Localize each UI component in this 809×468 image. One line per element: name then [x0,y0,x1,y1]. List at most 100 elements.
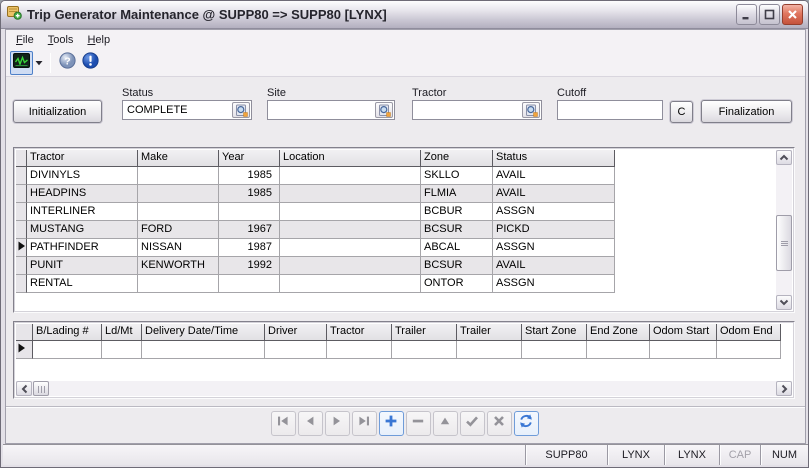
cell[interactable]: KENWORTH [138,257,219,275]
cell[interactable]: INTERLINER [27,203,138,221]
cell[interactable]: BCSUR [421,257,493,275]
tractor-input[interactable] [412,100,542,120]
cell[interactable]: 1992 [219,257,280,275]
cell[interactable] [138,203,219,221]
c-button[interactable]: C [670,101,693,123]
cell[interactable]: ASSGN [493,239,615,257]
cell[interactable] [138,275,219,293]
table-row[interactable]: PATHFINDERNISSAN1987ABCALASSGN [16,239,615,257]
cell[interactable]: DIVINYLS [27,167,138,185]
column-header-end-zone[interactable]: End Zone [587,324,650,341]
column-header-tractor[interactable]: Tractor [27,150,138,167]
column-header-odom-end[interactable]: Odom End [717,324,781,341]
cell[interactable] [102,341,142,359]
cell[interactable] [280,185,421,203]
column-header-start-zone[interactable]: Start Zone [522,324,587,341]
column-header-trailer[interactable]: Trailer [392,324,457,341]
cell[interactable] [142,341,265,359]
insert-record-button[interactable] [379,411,404,436]
column-header-b-lading-[interactable]: B/Lading # [33,324,102,341]
column-header-delivery-date-time[interactable]: Delivery Date/Time [142,324,265,341]
status-lookup-button[interactable] [232,102,250,118]
scroll-up-button[interactable] [776,150,792,165]
trip-detail-grid[interactable]: B/Lading #Ld/MtDelivery Date/TimeDriverT… [16,324,781,359]
column-header-zone[interactable]: Zone [421,150,493,167]
table-row[interactable]: PUNITKENWORTH1992 BCSURAVAIL [16,257,615,275]
scrollbar-thumb[interactable] [33,381,49,396]
column-header-ld-mt[interactable]: Ld/Mt [102,324,142,341]
cell[interactable]: AVAIL [493,167,615,185]
help-button[interactable]: ? [56,51,79,75]
cell[interactable] [280,203,421,221]
table-row[interactable]: INTERLINER BCBURASSGN [16,203,615,221]
trip-grid-horizontal-scrollbar[interactable] [16,381,792,396]
cell[interactable] [138,185,219,203]
cell[interactable] [138,167,219,185]
column-header-status[interactable]: Status [493,150,615,167]
column-header-location[interactable]: Location [280,150,421,167]
cell[interactable] [280,167,421,185]
cell[interactable]: HEADPINS [27,185,138,203]
column-header-make[interactable]: Make [138,150,219,167]
close-button[interactable] [782,4,803,25]
cell[interactable]: ASSGN [493,203,615,221]
cell[interactable]: SKLLO [421,167,493,185]
cell[interactable]: ABCAL [421,239,493,257]
cell[interactable]: FORD [138,221,219,239]
column-header-tractor[interactable]: Tractor [327,324,392,341]
column-header-driver[interactable]: Driver [265,324,327,341]
cell[interactable] [280,257,421,275]
initialization-button[interactable]: Initialization [13,100,102,123]
menu-item-file[interactable]: File [9,32,41,48]
cell[interactable]: AVAIL [493,257,615,275]
cell[interactable] [280,275,421,293]
table-row[interactable]: MUSTANGFORD1967BCSURPICKD [16,221,615,239]
cell[interactable]: PATHFINDER [27,239,138,257]
column-header-trailer[interactable]: Trailer [457,324,522,341]
trip-generator-dropdown-button[interactable] [33,51,45,75]
minimize-button[interactable] [736,4,757,25]
maximize-button[interactable] [759,4,780,25]
table-row[interactable]: DIVINYLS1985SKLLOAVAIL [16,167,615,185]
cell[interactable]: 1985 [219,185,280,203]
refresh-record-button[interactable] [514,411,539,436]
title-bar[interactable]: Trip Generator Maintenance @ SUPP80 => S… [1,1,808,29]
tractor-lookup-button[interactable] [522,102,540,118]
scrollbar-track[interactable] [32,381,776,396]
cell[interactable] [265,341,327,359]
cell[interactable] [327,341,392,359]
cell[interactable] [219,275,280,293]
finalization-button[interactable]: Finalization [701,100,792,123]
cell[interactable]: ASSGN [493,275,615,293]
cell[interactable] [280,221,421,239]
trip-generator-button[interactable] [10,51,33,75]
column-header-odom-start[interactable]: Odom Start [650,324,717,341]
table-row[interactable]: RENTALONTORASSGN [16,275,615,293]
cutoff-input[interactable] [557,100,663,120]
column-header-year[interactable]: Year [219,150,280,167]
cell[interactable] [650,341,717,359]
cell[interactable]: MUSTANG [27,221,138,239]
cell[interactable]: ONTOR [421,275,493,293]
scroll-down-button[interactable] [776,295,792,310]
cell[interactable] [587,341,650,359]
cell[interactable]: 1987 [219,239,280,257]
about-button[interactable] [79,51,102,75]
cell[interactable]: BCBUR [421,203,493,221]
menu-item-tools[interactable]: Tools [41,32,81,48]
site-input[interactable] [267,100,395,120]
scrollbar-track[interactable] [776,165,792,295]
scrollbar-thumb[interactable] [776,215,792,271]
cell[interactable]: BCSUR [421,221,493,239]
cell[interactable] [219,203,280,221]
cell[interactable]: PUNIT [27,257,138,275]
cell[interactable] [280,239,421,257]
cell[interactable]: AVAIL [493,185,615,203]
table-row[interactable] [16,341,781,359]
cell[interactable] [33,341,102,359]
site-lookup-button[interactable] [375,102,393,118]
cell[interactable] [392,341,457,359]
cell[interactable] [717,341,781,359]
table-row[interactable]: HEADPINS1985FLMIAAVAIL [16,185,615,203]
tractor-grid-vertical-scrollbar[interactable] [776,150,792,310]
